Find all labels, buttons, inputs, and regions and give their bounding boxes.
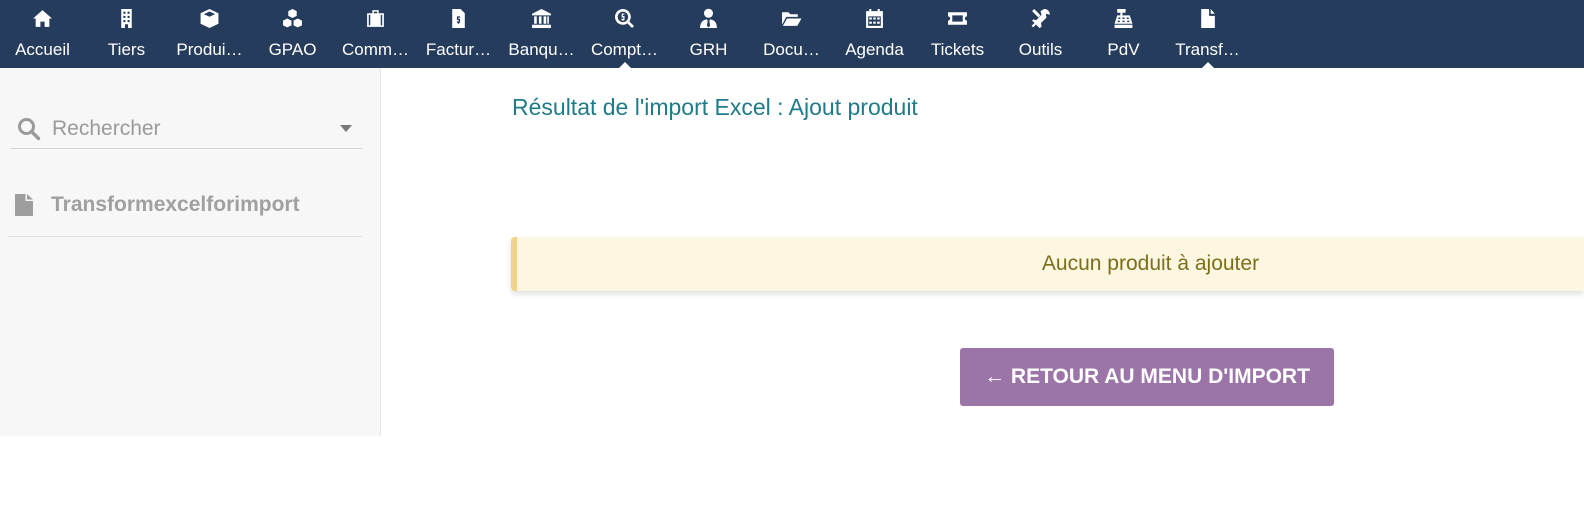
notice-text: Aucun produit à ajouter: [1041, 252, 1260, 275]
page-title: Résultat de l'import Excel : Ajout produ…: [512, 94, 918, 120]
warning-notice: Aucun produit à ajouter: [511, 237, 1584, 291]
suitcase-icon: [334, 7, 417, 29]
cash-register-icon: [1082, 7, 1165, 29]
tools-icon: [999, 7, 1082, 29]
nav-item-accueil[interactable]: Accueil: [1, 0, 84, 68]
nav-item-pdv[interactable]: PdV: [1082, 0, 1165, 68]
nav-label: GPAO: [268, 40, 317, 59]
nav-item-banque[interactable]: Banqu…: [500, 0, 583, 68]
nav-label: Accueil: [15, 40, 70, 59]
chevron-down-icon[interactable]: [340, 125, 352, 132]
nav-label: Transf…: [1175, 40, 1240, 59]
nav-label: Tickets: [930, 40, 985, 59]
nav-item-documents[interactable]: Docu…: [750, 0, 833, 68]
nav-label: Comm…: [341, 40, 410, 59]
nav-label: Compt…: [590, 40, 659, 59]
nav-label: Banqu…: [508, 40, 575, 59]
folder-open-icon: [750, 7, 833, 29]
nav-label: Docu…: [763, 40, 820, 59]
top-navigation-bar: Accueil Tiers Produi… GPAO Comm… Factur……: [0, 0, 1584, 69]
nav-item-gpao[interactable]: GPAO: [251, 0, 334, 68]
nav-item-tickets[interactable]: Tickets: [916, 0, 999, 68]
home-icon: [1, 7, 84, 29]
nav-label: Tiers: [107, 40, 146, 59]
building-icon: [85, 7, 168, 29]
invoice-icon: [417, 7, 500, 29]
ticket-icon: [916, 7, 999, 29]
nav-item-commercial[interactable]: Comm…: [334, 0, 417, 68]
nav-item-grh[interactable]: GRH: [667, 0, 750, 68]
nav-item-agenda[interactable]: Agenda: [833, 0, 916, 68]
active-indicator: [1200, 62, 1215, 69]
cubes-icon: [251, 7, 334, 29]
nav-label: PdV: [1107, 40, 1140, 59]
user-tie-icon: [667, 7, 750, 29]
file-icon: [1166, 7, 1249, 29]
box-icon: [168, 7, 251, 29]
nav-item-transformexcel[interactable]: Transf…: [1166, 0, 1249, 69]
nav-item-tiers[interactable]: Tiers: [85, 0, 168, 68]
back-to-import-menu-button[interactable]: ← RETOUR AU MENU D'IMPORT: [960, 348, 1334, 406]
nav-label: Outils: [1018, 40, 1063, 59]
nav-item-produits[interactable]: Produi…: [168, 0, 251, 68]
active-indicator: [617, 62, 632, 69]
search-input[interactable]: [52, 114, 322, 144]
search-dollar-icon: [583, 7, 666, 29]
left-sidebar: Transformexcelforimport: [0, 68, 381, 436]
nav-label: Factur…: [425, 40, 492, 59]
file-icon: [15, 194, 33, 216]
sidebar-item-label: Transformexcelforimport: [51, 193, 300, 216]
nav-label: GRH: [689, 40, 728, 59]
search-box: [10, 108, 362, 149]
bank-icon: [500, 7, 583, 29]
nav-item-facturation[interactable]: Factur…: [417, 0, 500, 68]
sidebar-item-transformexcelforimport[interactable]: Transformexcelforimport: [8, 181, 362, 237]
nav-label: Produi…: [176, 40, 243, 59]
nav-label: Agenda: [845, 40, 904, 59]
nav-item-comptabilite[interactable]: Compt…: [583, 0, 666, 69]
calendar-icon: [833, 7, 916, 29]
nav-item-outils[interactable]: Outils: [999, 0, 1082, 68]
search-icon: [18, 118, 41, 141]
